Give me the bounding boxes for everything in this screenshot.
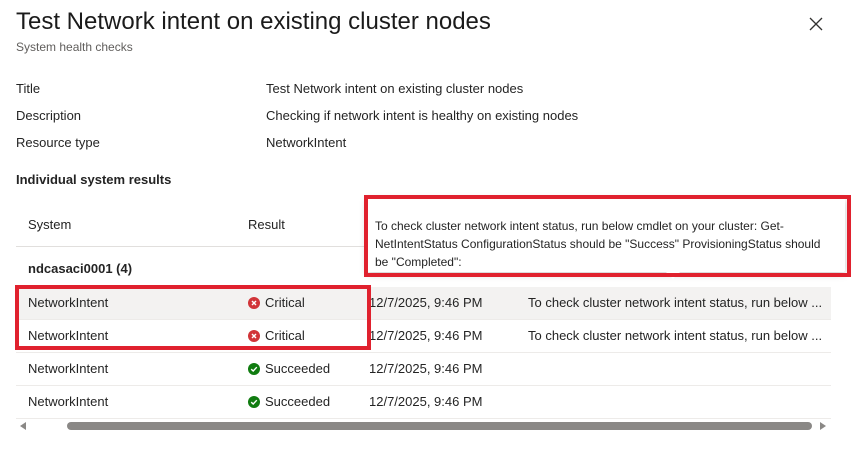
horizontal-scrollbar[interactable] <box>16 418 831 434</box>
tooltip-text: To check cluster network intent status, … <box>375 219 821 269</box>
success-icon <box>248 395 260 408</box>
detail-label-description: Description <box>16 108 82 123</box>
critical-icon <box>248 296 260 309</box>
cell-system: NetworkIntent <box>28 328 109 343</box>
cell-time: 12/7/2025, 9:46 PM <box>369 361 483 376</box>
result-text: Critical <box>265 328 305 343</box>
cell-system: NetworkIntent <box>28 295 109 310</box>
result-text: Succeeded <box>265 394 331 409</box>
cell-time: 12/7/2025, 9:46 PM <box>369 295 483 310</box>
table-row[interactable]: NetworkIntent Succeeded 12/7/2025, 9:46 … <box>16 386 831 419</box>
cell-system: NetworkIntent <box>28 394 109 409</box>
detail-value-title: Test Network intent on existing cluster … <box>266 81 524 96</box>
detail-label-title: Title <box>16 81 41 96</box>
cell-message[interactable]: To check cluster network intent status, … <box>528 295 822 310</box>
results-heading: Individual system results <box>16 172 172 187</box>
column-header-system[interactable]: System <box>28 217 71 232</box>
panel-subtitle: System health checks <box>16 40 133 54</box>
detail-value-resource-type: NetworkIntent <box>266 135 347 150</box>
result-text: Succeeded <box>265 361 331 376</box>
tooltip-beak <box>665 271 681 279</box>
table-row[interactable]: NetworkIntent Critical 12/7/2025, 9:46 P… <box>16 287 831 320</box>
group-label: ndcasaci0001 (4) <box>28 261 133 276</box>
table-row[interactable]: NetworkIntent Succeeded 12/7/2025, 9:46 … <box>16 353 831 386</box>
table-row[interactable]: NetworkIntent Critical 12/7/2025, 9:46 P… <box>16 320 831 353</box>
cell-result: Critical <box>248 328 305 343</box>
message-tooltip: To check cluster network intent status, … <box>367 198 845 272</box>
cell-message[interactable]: To check cluster network intent status, … <box>528 328 822 343</box>
close-button[interactable] <box>806 14 826 34</box>
cell-time: 12/7/2025, 9:46 PM <box>369 394 483 409</box>
column-header-result[interactable]: Result <box>248 217 285 232</box>
panel-title: Test Network intent on existing cluster … <box>16 8 491 35</box>
cell-time: 12/7/2025, 9:46 PM <box>369 328 483 343</box>
result-text: Critical <box>265 295 305 310</box>
detail-label-resource-type: Resource type <box>16 135 100 150</box>
detail-value-description: Checking if network intent is healthy on… <box>266 108 579 123</box>
scrollbar-thumb[interactable] <box>67 422 812 430</box>
close-icon <box>809 17 823 31</box>
scroll-right-arrow-icon[interactable] <box>820 422 826 430</box>
scroll-left-arrow-icon[interactable] <box>20 422 26 430</box>
success-icon <box>248 362 260 375</box>
cell-result: Critical <box>248 295 305 310</box>
cell-result: Succeeded <box>248 361 330 376</box>
cell-result: Succeeded <box>248 394 330 409</box>
cell-system: NetworkIntent <box>28 361 109 376</box>
critical-icon <box>248 329 260 342</box>
